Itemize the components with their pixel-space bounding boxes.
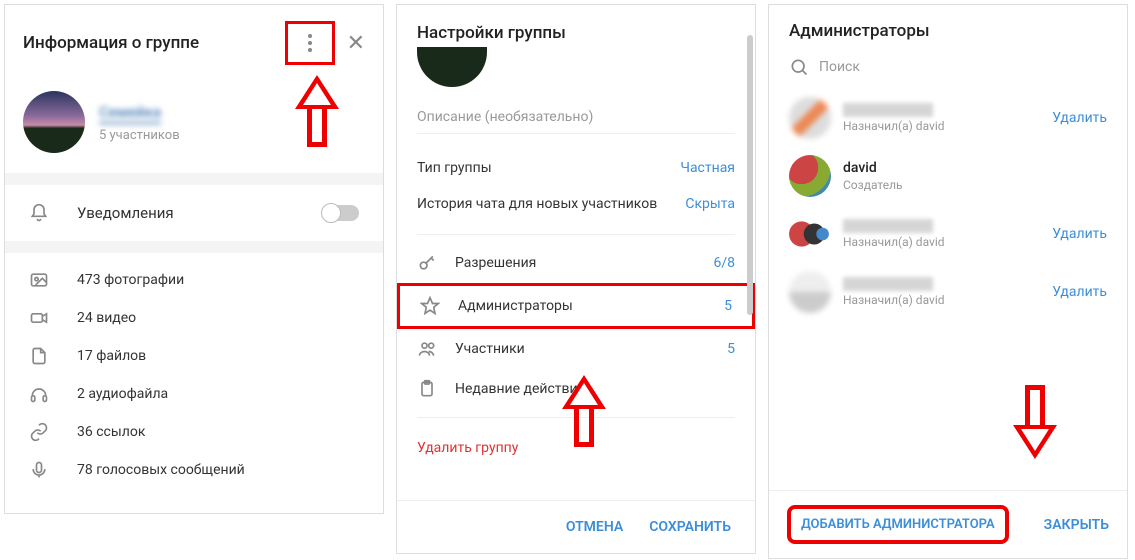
group-name[interactable]: Семейка bbox=[99, 103, 161, 124]
chat-history-value: Скрыта bbox=[685, 196, 735, 212]
group-avatar[interactable] bbox=[417, 47, 487, 87]
administrators-panel: Администраторы Поиск Назначил(а) david У… bbox=[768, 4, 1128, 559]
annotation-arrow-up bbox=[295, 75, 339, 147]
admin-subtitle: Создатель bbox=[843, 178, 1107, 192]
separator bbox=[5, 173, 383, 185]
panel-title: Настройки группы bbox=[397, 5, 755, 43]
chat-history-row[interactable]: История чата для новых участников Скрыта bbox=[417, 186, 735, 222]
separator bbox=[5, 241, 383, 253]
notifications-label: Уведомления bbox=[77, 204, 295, 222]
members-icon bbox=[417, 339, 437, 359]
more-menu-button[interactable] bbox=[285, 21, 335, 65]
admin-row[interactable]: Назначил(а) david Удалить bbox=[769, 205, 1127, 263]
media-label: 36 ссылок bbox=[77, 424, 145, 440]
media-row-photos[interactable]: 473 фотографии bbox=[5, 261, 383, 299]
media-row-voice[interactable]: 78 голосовых сообщений bbox=[5, 451, 383, 489]
media-label: 24 видео bbox=[77, 310, 136, 326]
admin-name: david bbox=[843, 160, 1107, 176]
notifications-row[interactable]: Уведомления bbox=[5, 185, 383, 241]
members-count: 5 участников bbox=[99, 128, 180, 143]
file-icon bbox=[29, 346, 49, 366]
photo-icon bbox=[29, 270, 49, 290]
delete-admin-button[interactable]: Удалить bbox=[1052, 110, 1107, 126]
media-label: 78 голосовых сообщений bbox=[77, 462, 245, 478]
chat-history-label: История чата для новых участников bbox=[417, 196, 657, 212]
admin-row[interactable]: david Создатель bbox=[769, 147, 1127, 205]
panel-title: Информация о группе bbox=[23, 33, 285, 53]
cancel-button[interactable]: ОТМЕНА bbox=[566, 519, 623, 535]
media-row-files[interactable]: 17 файлов bbox=[5, 337, 383, 375]
media-label: 17 файлов bbox=[77, 348, 146, 364]
media-row-videos[interactable]: 24 видео bbox=[5, 299, 383, 337]
description-input[interactable]: Описание (необязательно) bbox=[417, 87, 735, 134]
close-icon[interactable]: ✕ bbox=[347, 31, 365, 56]
video-icon bbox=[29, 308, 49, 328]
close-button[interactable]: ЗАКРЫТЬ bbox=[1044, 517, 1109, 533]
footer: ДОБАВИТЬ АДМИНИСТРАТОРА ЗАКРЫТЬ bbox=[769, 490, 1127, 558]
search-placeholder: Поиск bbox=[819, 59, 860, 75]
star-icon bbox=[420, 296, 440, 316]
delete-admin-button[interactable]: Удалить bbox=[1052, 284, 1107, 300]
admin-row[interactable]: Назначил(а) david Удалить bbox=[769, 263, 1127, 321]
avatar bbox=[789, 213, 831, 255]
panel-title: Администраторы bbox=[769, 5, 1127, 51]
avatar bbox=[789, 155, 831, 197]
separator bbox=[417, 234, 735, 235]
admin-subtitle: Назначил(а) david bbox=[843, 293, 1040, 307]
media-row-audio[interactable]: 2 аудиофайла bbox=[5, 375, 383, 413]
group-info-panel: Информация о группе ✕ Семейка 5 участник… bbox=[4, 4, 384, 514]
save-button[interactable]: СОХРАНИТЬ bbox=[649, 519, 731, 535]
delete-admin-button[interactable]: Удалить bbox=[1052, 226, 1107, 242]
media-row-links[interactable]: 36 ссылок bbox=[5, 413, 383, 451]
clipboard-icon bbox=[417, 379, 437, 399]
group-avatar[interactable] bbox=[23, 91, 85, 153]
avatar bbox=[789, 97, 831, 139]
key-icon bbox=[417, 253, 437, 273]
admin-row[interactable]: Назначил(а) david Удалить bbox=[769, 89, 1127, 147]
notifications-toggle[interactable] bbox=[323, 205, 359, 221]
permissions-item[interactable]: Разрешения 6/8 bbox=[397, 243, 755, 283]
search-input[interactable]: Поиск bbox=[769, 51, 1127, 89]
bell-icon bbox=[29, 203, 49, 223]
admin-name bbox=[843, 277, 933, 291]
footer: ОТМЕНА СОХРАНИТЬ bbox=[397, 500, 755, 553]
avatar bbox=[789, 271, 831, 313]
admin-subtitle: Назначил(а) david bbox=[843, 235, 1040, 249]
search-icon bbox=[789, 57, 809, 77]
media-label: 2 аудиофайла bbox=[77, 386, 168, 402]
annotation-arrow-down bbox=[1013, 385, 1057, 459]
group-type-value: Частная bbox=[680, 160, 735, 176]
scrollbar[interactable] bbox=[747, 35, 753, 315]
header: Информация о группе ✕ bbox=[5, 5, 383, 81]
administrators-item[interactable]: Администраторы 5 bbox=[397, 283, 755, 329]
audio-icon bbox=[29, 384, 49, 404]
group-type-label: Тип группы bbox=[417, 160, 492, 176]
add-administrator-button[interactable]: ДОБАВИТЬ АДМИНИСТРАТОРА bbox=[787, 505, 1009, 544]
admin-subtitle: Назначил(а) david bbox=[843, 119, 1040, 133]
voice-icon bbox=[29, 460, 49, 480]
media-list: 473 фотографии 24 видео 17 файлов 2 ауди… bbox=[5, 253, 383, 497]
group-type-row[interactable]: Тип группы Частная bbox=[417, 150, 735, 186]
admin-name bbox=[843, 103, 933, 117]
group-settings-panel: Настройки группы Описание (необязательно… bbox=[396, 4, 756, 554]
media-label: 473 фотографии bbox=[77, 272, 184, 288]
vertical-dots-icon bbox=[308, 34, 312, 52]
annotation-arrow-up bbox=[562, 375, 606, 447]
admin-name bbox=[843, 219, 933, 233]
link-icon bbox=[29, 422, 49, 442]
members-item[interactable]: Участники 5 bbox=[397, 329, 755, 369]
